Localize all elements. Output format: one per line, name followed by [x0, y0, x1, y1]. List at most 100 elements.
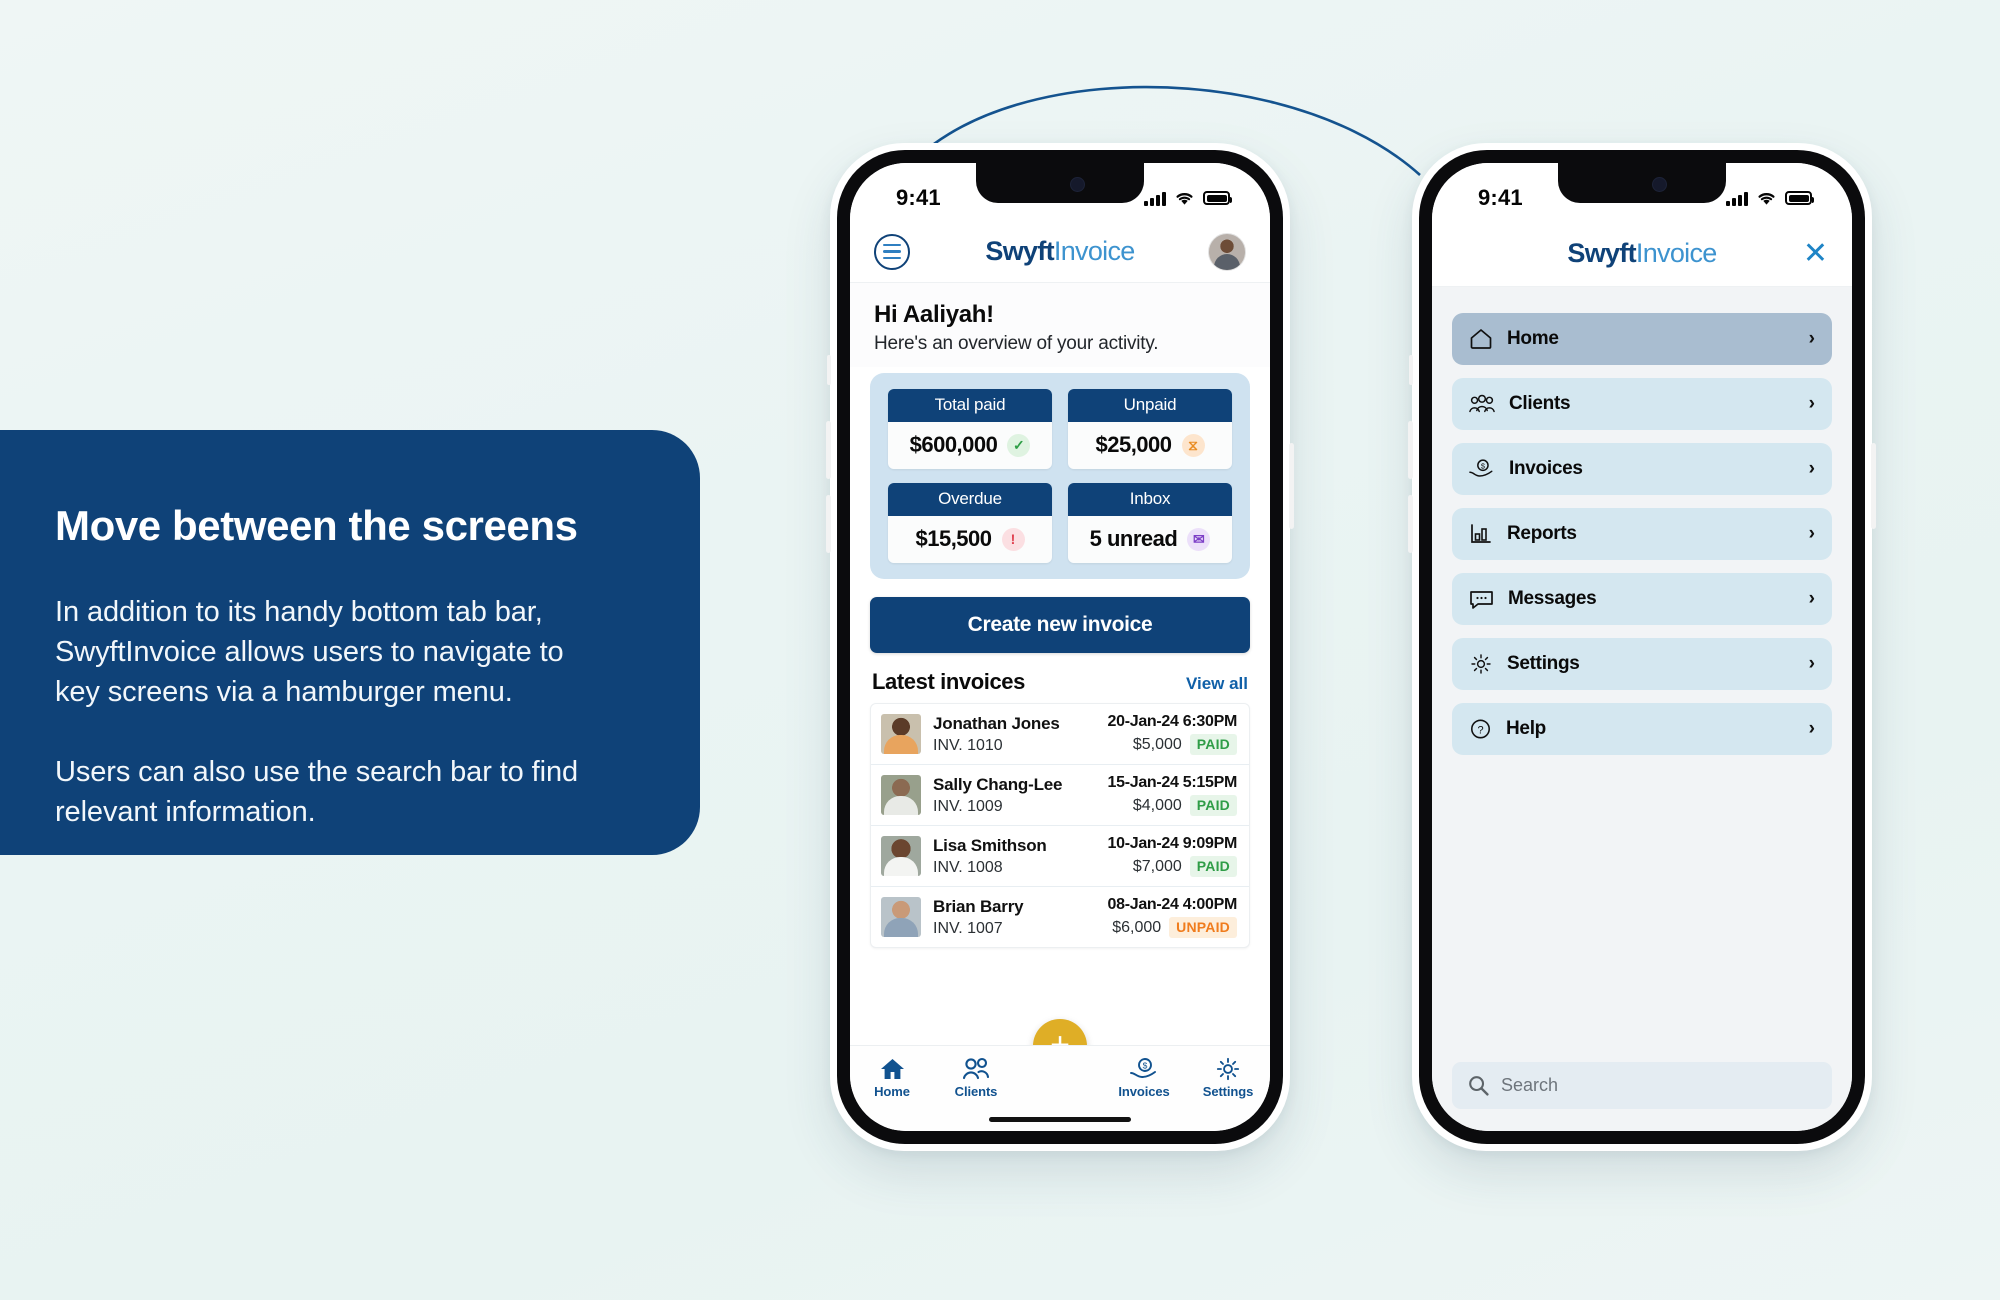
- volume-down-button[interactable]: [826, 495, 831, 553]
- chevron-right-icon: ›: [1808, 328, 1815, 349]
- hand-coin-icon: $: [1130, 1058, 1156, 1078]
- greeting-block: Hi Aaliyah! Here's an overview of your a…: [850, 283, 1270, 367]
- search-placeholder: Search: [1501, 1075, 1559, 1095]
- callout-paragraph-1: In addition to its handy bottom tab bar,…: [55, 596, 564, 709]
- sidebar-item-home[interactable]: Home ›: [1452, 313, 1832, 365]
- phone-home-screen: 9:41 SwyftInvoice Hi Aaliyah! Here's an …: [826, 143, 1294, 1151]
- stat-card-inbox[interactable]: Inbox 5 unread ✉: [1068, 483, 1232, 563]
- sidebar-item-label: Clients: [1509, 393, 1571, 414]
- greeting-subtitle: Here's an overview of your activity.: [874, 333, 1159, 354]
- invoice-number: INV. 1007: [933, 919, 1003, 937]
- home-icon: [880, 1059, 904, 1079]
- status-badge: PAID: [1189, 734, 1237, 755]
- chevron-right-icon: ›: [1808, 718, 1815, 739]
- app-logo: SwyftInvoice: [1567, 238, 1717, 269]
- volume-down-button[interactable]: [1408, 495, 1413, 553]
- invoice-amount: $4,000: [1132, 796, 1182, 814]
- table-row[interactable]: Lisa Smithson INV. 1008 10-Jan-24 9:09PM…: [871, 826, 1249, 887]
- client-name: Jonathan Jones: [933, 713, 1060, 733]
- client-name: Sally Chang-Lee: [933, 774, 1063, 794]
- power-button[interactable]: [1871, 443, 1876, 529]
- tab-home[interactable]: Home: [850, 1057, 934, 1099]
- invoice-list: Jonathan Jones INV. 1010 20-Jan-24 6:30P…: [870, 703, 1250, 948]
- stats-panel: Total paid $600,000 ✓ Unpaid $25,000 ⧖ O…: [870, 373, 1250, 579]
- avatar-sally-chang-lee: [881, 775, 921, 815]
- create-new-invoice-button[interactable]: Create new invoice: [870, 597, 1250, 653]
- sidebar-item-clients[interactable]: Clients ›: [1452, 378, 1832, 430]
- hand-coin-icon: $: [1469, 459, 1493, 477]
- wifi-icon: [1758, 192, 1775, 205]
- stat-card-unpaid[interactable]: Unpaid $25,000 ⧖: [1068, 389, 1232, 469]
- silent-switch[interactable]: [1409, 355, 1413, 385]
- message-bubble-icon: ✉: [1187, 527, 1211, 551]
- client-name: Brian Barry: [933, 896, 1024, 916]
- invoice-primary: Lisa Smithson INV. 1008: [933, 836, 1047, 877]
- tab-invoices[interactable]: $ Invoices: [1102, 1057, 1186, 1099]
- app-header: SwyftInvoice: [850, 221, 1270, 283]
- logo-bold-part: Swyft: [985, 236, 1054, 266]
- chevron-right-icon: ›: [1808, 653, 1815, 674]
- invoice-number: INV. 1008: [933, 858, 1003, 876]
- tab-clients[interactable]: Clients: [934, 1057, 1018, 1099]
- power-button[interactable]: [1289, 443, 1294, 529]
- menu-list: Home › Clients › $ Invoices › Reports › …: [1432, 287, 1852, 1131]
- logo-light-part: Invoice: [1635, 238, 1717, 268]
- gear-icon: [1216, 1057, 1240, 1081]
- status-time: 9:41: [896, 185, 941, 210]
- sidebar-item-reports[interactable]: Reports ›: [1452, 508, 1832, 560]
- sidebar-item-label: Invoices: [1509, 458, 1583, 479]
- stat-card-total-paid[interactable]: Total paid $600,000 ✓: [888, 389, 1052, 469]
- table-row[interactable]: Sally Chang-Lee INV. 1009 15-Jan-24 5:15…: [871, 765, 1249, 826]
- stat-card-overdue[interactable]: Overdue $15,500 !: [888, 483, 1052, 563]
- front-camera-icon: [1651, 176, 1667, 192]
- user-avatar[interactable]: [1208, 232, 1246, 271]
- search-input[interactable]: Search: [1452, 1062, 1832, 1109]
- latest-invoices-header: Latest invoices View all: [850, 653, 1270, 703]
- sidebar-item-settings[interactable]: Settings ›: [1452, 638, 1832, 690]
- tab-settings[interactable]: Settings: [1186, 1057, 1270, 1099]
- stat-value: $25,000: [1095, 432, 1172, 457]
- stat-value: $600,000: [909, 432, 998, 457]
- stat-body: 5 unread ✉: [1068, 516, 1232, 563]
- svg-text:$: $: [1481, 461, 1485, 470]
- table-row[interactable]: Jonathan Jones INV. 1010 20-Jan-24 6:30P…: [871, 704, 1249, 765]
- invoice-primary: Jonathan Jones INV. 1010: [933, 714, 1060, 755]
- stat-label: Overdue: [888, 483, 1052, 516]
- stats-grid: Total paid $600,000 ✓ Unpaid $25,000 ⧖ O…: [888, 389, 1232, 563]
- close-icon[interactable]: ✕: [1803, 238, 1828, 269]
- section-title: Latest invoices: [872, 669, 1025, 694]
- view-all-link[interactable]: View all: [1186, 674, 1248, 694]
- invoice-number: INV. 1009: [933, 797, 1003, 815]
- question-circle-icon: ?: [1471, 719, 1490, 739]
- status-bar: 9:41: [850, 163, 1270, 221]
- volume-up-button[interactable]: [1408, 421, 1413, 479]
- table-row[interactable]: Brian Barry INV. 1007 08-Jan-24 4:00PM $…: [871, 887, 1249, 947]
- hamburger-menu-icon[interactable]: [874, 233, 910, 270]
- client-name: Lisa Smithson: [933, 835, 1047, 855]
- status-time: 9:41: [1478, 185, 1523, 210]
- stat-value: $15,500: [915, 526, 992, 551]
- status-badge: PAID: [1189, 856, 1237, 877]
- home-indicator[interactable]: [989, 1117, 1131, 1122]
- callout-paragraph-2: Users can also use the search bar to fin…: [55, 756, 579, 829]
- gear-outline-icon: [1471, 654, 1491, 674]
- chevron-right-icon: ›: [1808, 588, 1815, 609]
- chevron-right-icon: ›: [1808, 523, 1815, 544]
- front-camera-icon: [1069, 176, 1085, 192]
- invoice-amount-status: $7,000 PAID: [1133, 856, 1237, 877]
- invoice-secondary: 10-Jan-24 9:09PM $7,000 PAID: [1108, 835, 1237, 877]
- sidebar-item-help[interactable]: ? Help ›: [1452, 703, 1832, 755]
- screen-content-menu: 9:41 SwyftInvoice ✕ Home › Clients › $ I…: [1432, 163, 1852, 1131]
- silent-switch[interactable]: [827, 355, 831, 385]
- volume-up-button[interactable]: [826, 421, 831, 479]
- phone-bezel: 9:41 SwyftInvoice Hi Aaliyah! Here's an …: [837, 150, 1283, 1144]
- sidebar-item-invoices[interactable]: $ Invoices ›: [1452, 443, 1832, 495]
- battery-icon: [1203, 191, 1232, 205]
- sidebar-item-messages[interactable]: Messages ›: [1452, 573, 1832, 625]
- signal-bars-icon: [1726, 191, 1748, 206]
- search-icon: [1469, 1076, 1489, 1096]
- avatar-lisa-smithson: [881, 836, 921, 876]
- invoice-amount: $7,000: [1132, 857, 1182, 875]
- status-indicators: [1726, 191, 1814, 206]
- invoice-number: INV. 1010: [933, 736, 1003, 754]
